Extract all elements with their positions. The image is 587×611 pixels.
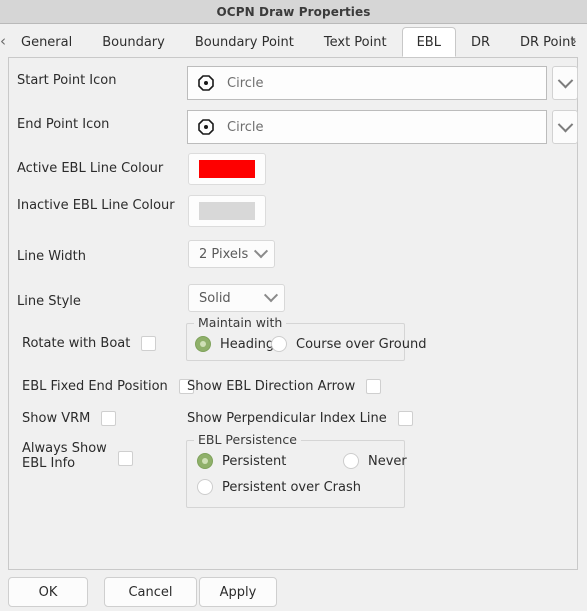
line-style-label-row: Line Style xyxy=(17,294,81,309)
end-point-icon-combo[interactable]: Circle xyxy=(187,110,578,144)
start-point-icon-value: Circle xyxy=(227,75,264,91)
persistent-over-crash-radio[interactable] xyxy=(197,479,213,495)
inactive-ebl-line-colour-picker[interactable] xyxy=(188,195,266,227)
ebl-fixed-end-position-label: EBL Fixed End Position xyxy=(22,379,168,394)
end-point-icon-field[interactable]: Circle xyxy=(187,110,547,144)
circle-dot-icon xyxy=(198,75,214,91)
tab-boundary-point[interactable]: Boundary Point xyxy=(180,27,309,56)
cancel-button[interactable]: Cancel xyxy=(104,577,197,607)
line-width-value: 2 Pixels xyxy=(199,246,249,262)
maintain-with-groupbox: Maintain with Heading Course over Ground xyxy=(186,315,426,361)
show-vrm-row[interactable]: Show VRM xyxy=(22,411,117,426)
ok-button[interactable]: OK xyxy=(8,577,88,607)
apply-button[interactable]: Apply xyxy=(199,577,277,607)
active-colour-swatch xyxy=(199,160,255,178)
persistent-over-crash-label: Persistent over Crash xyxy=(222,479,361,495)
persistent-label: Persistent xyxy=(222,453,287,469)
line-style-value: Solid xyxy=(199,290,231,306)
chevron-down-icon xyxy=(253,244,269,259)
end-point-icon-value: Circle xyxy=(227,119,264,135)
show-ebl-direction-arrow-label: Show EBL Direction Arrow xyxy=(187,379,356,394)
tab-ebl[interactable]: EBL xyxy=(401,27,456,57)
window-title: OCPN Draw Properties xyxy=(216,4,371,19)
end-point-icon-label: End Point Icon xyxy=(17,117,110,132)
active-colour-label-row: Active EBL Line Colour xyxy=(17,161,163,176)
start-point-icon-label: Start Point Icon xyxy=(17,73,117,88)
end-point-icon-dropdown-button[interactable] xyxy=(552,110,578,144)
chevron-down-icon xyxy=(263,288,279,303)
show-perpendicular-index-line-label: Show Perpendicular Index Line xyxy=(187,411,387,426)
start-point-icon-label-row: Start Point Icon xyxy=(17,73,116,88)
line-width-label-row: Line Width xyxy=(17,249,86,264)
tab-general[interactable]: General xyxy=(6,27,87,56)
start-point-icon-dropdown-button[interactable] xyxy=(552,66,578,100)
inactive-ebl-line-colour-label: Inactive EBL Line Colour xyxy=(17,198,175,213)
rotate-with-boat-checkbox[interactable] xyxy=(141,336,157,351)
maintain-with-title: Maintain with xyxy=(194,315,287,330)
inactive-colour-label-row: Inactive EBL Line Colour xyxy=(17,198,175,213)
heading-radio[interactable] xyxy=(195,336,211,352)
ebl-persistence-option-persistent-over-crash[interactable]: Persistent over Crash xyxy=(197,479,361,495)
tab-boundary[interactable]: Boundary xyxy=(87,27,180,56)
start-point-icon-field[interactable]: Circle xyxy=(187,66,547,100)
show-vrm-label: Show VRM xyxy=(22,411,91,426)
active-ebl-line-colour-picker[interactable] xyxy=(188,153,266,185)
start-point-icon-combo[interactable]: Circle xyxy=(187,66,578,100)
line-style-label: Line Style xyxy=(17,294,81,309)
heading-label: Heading xyxy=(220,336,275,352)
always-show-ebl-info-checkbox[interactable] xyxy=(117,451,133,466)
chevron-down-icon xyxy=(557,116,573,132)
inactive-colour-swatch xyxy=(199,202,255,220)
show-perpendicular-index-line-row[interactable]: Show Perpendicular Index Line xyxy=(187,411,413,426)
never-radio[interactable] xyxy=(343,453,359,469)
rotate-with-boat-label: Rotate with Boat xyxy=(22,336,131,351)
tab-text-point[interactable]: Text Point xyxy=(309,27,402,56)
show-vrm-checkbox[interactable] xyxy=(101,411,117,426)
maintain-with-option-heading[interactable]: Heading xyxy=(195,336,274,352)
maintain-with-option-cog[interactable]: Course over Ground xyxy=(271,336,426,352)
tab-list: General Boundary Boundary Point Text Poi… xyxy=(6,24,587,57)
show-ebl-direction-arrow-row[interactable]: Show EBL Direction Arrow xyxy=(187,379,382,394)
tab-dr[interactable]: DR xyxy=(456,27,505,56)
show-ebl-direction-arrow-checkbox[interactable] xyxy=(366,379,382,394)
end-point-icon-label-row: End Point Icon xyxy=(17,117,109,132)
always-show-ebl-info-label: Always Show EBL Info xyxy=(22,441,107,471)
line-style-dropdown[interactable]: Solid xyxy=(188,284,285,312)
dialog-button-bar: OK Cancel Apply xyxy=(0,571,587,611)
tab-scroll-right-icon[interactable]: › xyxy=(563,26,585,56)
persistent-radio[interactable] xyxy=(197,453,213,469)
chevron-down-icon xyxy=(557,72,573,88)
circle-dot-icon xyxy=(198,119,214,135)
window-titlebar: OCPN Draw Properties xyxy=(0,0,587,24)
ebl-persistence-option-never[interactable]: Never xyxy=(343,453,407,469)
course-over-ground-radio[interactable] xyxy=(271,336,287,352)
course-over-ground-label: Course over Ground xyxy=(296,336,427,352)
ebl-persistence-title: EBL Persistence xyxy=(194,432,301,447)
show-perpendicular-index-line-checkbox[interactable] xyxy=(397,411,413,426)
ebl-persistence-option-persistent[interactable]: Persistent xyxy=(197,453,286,469)
line-width-label: Line Width xyxy=(17,249,86,264)
never-label: Never xyxy=(368,453,407,469)
tab-bar: ‹ General Boundary Boundary Point Text P… xyxy=(0,24,587,57)
rotate-with-boat-row[interactable]: Rotate with Boat xyxy=(22,336,157,351)
line-width-dropdown[interactable]: 2 Pixels xyxy=(188,240,275,268)
ebl-persistence-groupbox: EBL Persistence Persistent Never Persist… xyxy=(186,432,407,508)
ebl-settings-panel: Start Point Icon Circle End Point Icon C… xyxy=(8,57,578,570)
ebl-fixed-end-position-row[interactable]: EBL Fixed End Position xyxy=(22,379,194,394)
always-show-ebl-info-row[interactable]: Always Show EBL Info xyxy=(22,441,133,471)
active-ebl-line-colour-label: Active EBL Line Colour xyxy=(17,161,164,176)
